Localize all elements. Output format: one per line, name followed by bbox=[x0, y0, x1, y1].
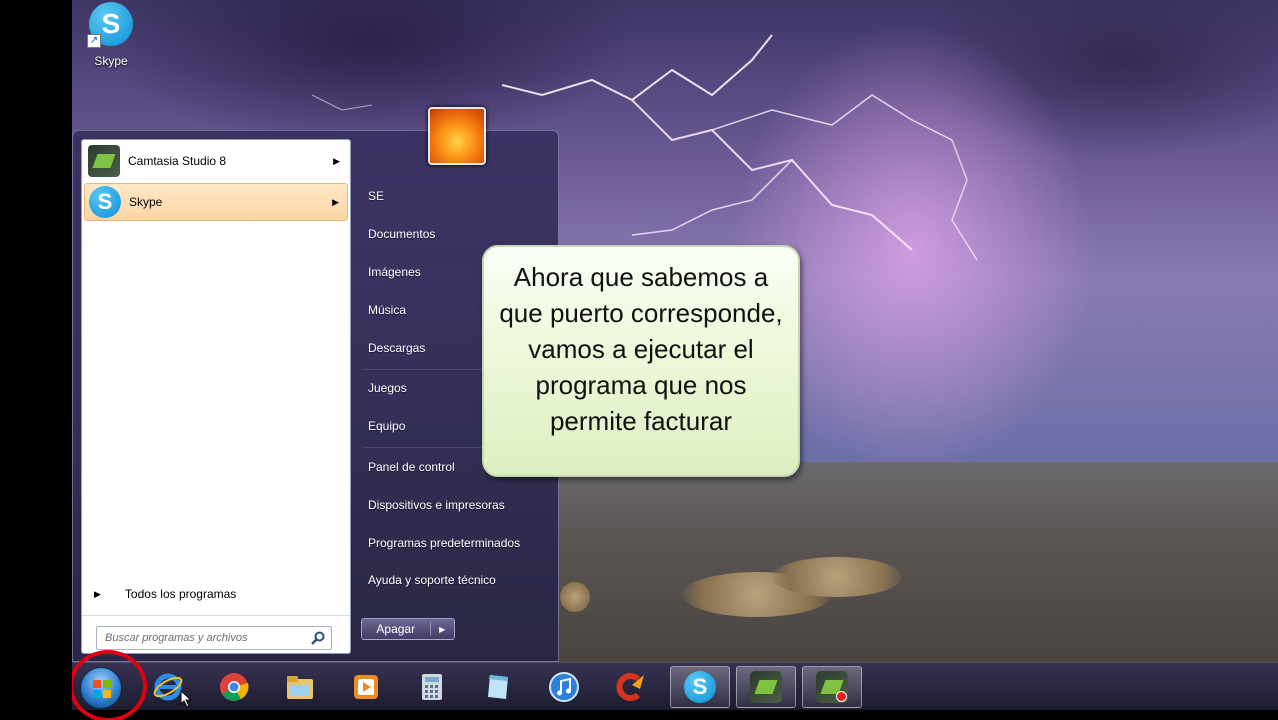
link-documents[interactable]: Documentos bbox=[368, 227, 435, 241]
submenu-arrow-icon[interactable]: ▶ bbox=[333, 156, 340, 167]
all-programs-button[interactable]: ▶ Todos los programas bbox=[94, 587, 236, 601]
divider bbox=[82, 615, 350, 616]
search-placeholder: Buscar programas y archivos bbox=[105, 632, 248, 644]
camtasia-icon bbox=[88, 145, 120, 177]
link-default-programs[interactable]: Programas predeterminados bbox=[368, 536, 520, 550]
mouse-cursor-icon bbox=[180, 690, 193, 708]
submenu-arrow-icon[interactable]: ▶ bbox=[332, 197, 339, 208]
taskbar-camtasia[interactable] bbox=[736, 666, 796, 708]
calculator-icon bbox=[422, 674, 442, 700]
camtasia-icon bbox=[750, 671, 782, 703]
search-icon[interactable] bbox=[310, 630, 326, 646]
taskbar-camtasia-recorder[interactable] bbox=[802, 666, 862, 708]
tutorial-callout: Ahora que sabemos a que puerto correspon… bbox=[482, 245, 800, 477]
skype-icon: S bbox=[89, 186, 121, 218]
start-button[interactable] bbox=[72, 650, 147, 720]
link-devices-printers[interactable]: Dispositivos e impresoras bbox=[368, 498, 505, 512]
ccleaner-icon bbox=[616, 673, 644, 701]
file-explorer-icon bbox=[287, 676, 313, 699]
link-help-support[interactable]: Ayuda y soporte técnico bbox=[368, 573, 496, 587]
all-programs-label: Todos los programas bbox=[124, 587, 237, 601]
program-skype[interactable]: S Skype ▶ bbox=[84, 183, 348, 221]
shutdown-options-arrow-icon[interactable]: ▶ bbox=[431, 625, 454, 634]
taskbar-notepad[interactable] bbox=[468, 666, 528, 708]
link-user-folder[interactable]: SE bbox=[368, 189, 384, 203]
link-games[interactable]: Juegos bbox=[368, 381, 407, 395]
link-control-panel[interactable]: Panel de control bbox=[368, 460, 455, 474]
taskbar-calculator[interactable] bbox=[402, 666, 462, 708]
program-label: Camtasia Studio 8 bbox=[128, 154, 227, 168]
taskbar: S bbox=[72, 650, 1278, 720]
itunes-icon bbox=[549, 672, 579, 702]
shutdown-button[interactable]: Apagar ▶ bbox=[361, 618, 455, 640]
camtasia-recorder-icon bbox=[816, 671, 848, 703]
desktop-icon-skype[interactable]: S ↗ Skype bbox=[84, 2, 138, 68]
taskbar-chrome[interactable] bbox=[204, 666, 264, 708]
user-picture[interactable] bbox=[428, 107, 486, 165]
notepad-icon bbox=[488, 675, 508, 699]
taskbar-media-player[interactable] bbox=[336, 666, 396, 708]
taskbar-ccleaner[interactable] bbox=[600, 666, 660, 708]
program-camtasia[interactable]: Camtasia Studio 8 ▶ bbox=[84, 142, 348, 180]
desktop: S ↗ Skype Camtasia Studio 8 ▶ S Skype ▶ … bbox=[72, 0, 1278, 720]
callout-text: Ahora que sabemos a que puerto correspon… bbox=[499, 262, 783, 436]
taskbar-file-explorer[interactable] bbox=[270, 666, 330, 708]
media-player-icon bbox=[354, 675, 378, 699]
shortcut-arrow-icon: ↗ bbox=[87, 34, 101, 48]
programs-pane: Camtasia Studio 8 ▶ S Skype ▶ ▶ Todos lo… bbox=[81, 139, 351, 654]
program-label: Skype bbox=[129, 195, 163, 209]
chrome-icon bbox=[220, 673, 249, 701]
shutdown-label: Apagar bbox=[362, 622, 431, 636]
link-music[interactable]: Música bbox=[368, 303, 406, 317]
link-pictures[interactable]: Imágenes bbox=[368, 265, 421, 279]
skype-icon: S bbox=[684, 671, 716, 703]
triangle-right-icon: ▶ bbox=[94, 588, 101, 599]
link-downloads[interactable]: Descargas bbox=[368, 341, 425, 355]
search-input[interactable]: Buscar programas y archivos bbox=[96, 626, 332, 650]
windows-logo-icon bbox=[93, 680, 111, 698]
link-computer[interactable]: Equipo bbox=[368, 419, 405, 433]
desktop-icon-label: Skype bbox=[94, 54, 128, 68]
taskbar-skype[interactable]: S bbox=[670, 666, 730, 708]
taskbar-itunes[interactable] bbox=[534, 666, 594, 708]
